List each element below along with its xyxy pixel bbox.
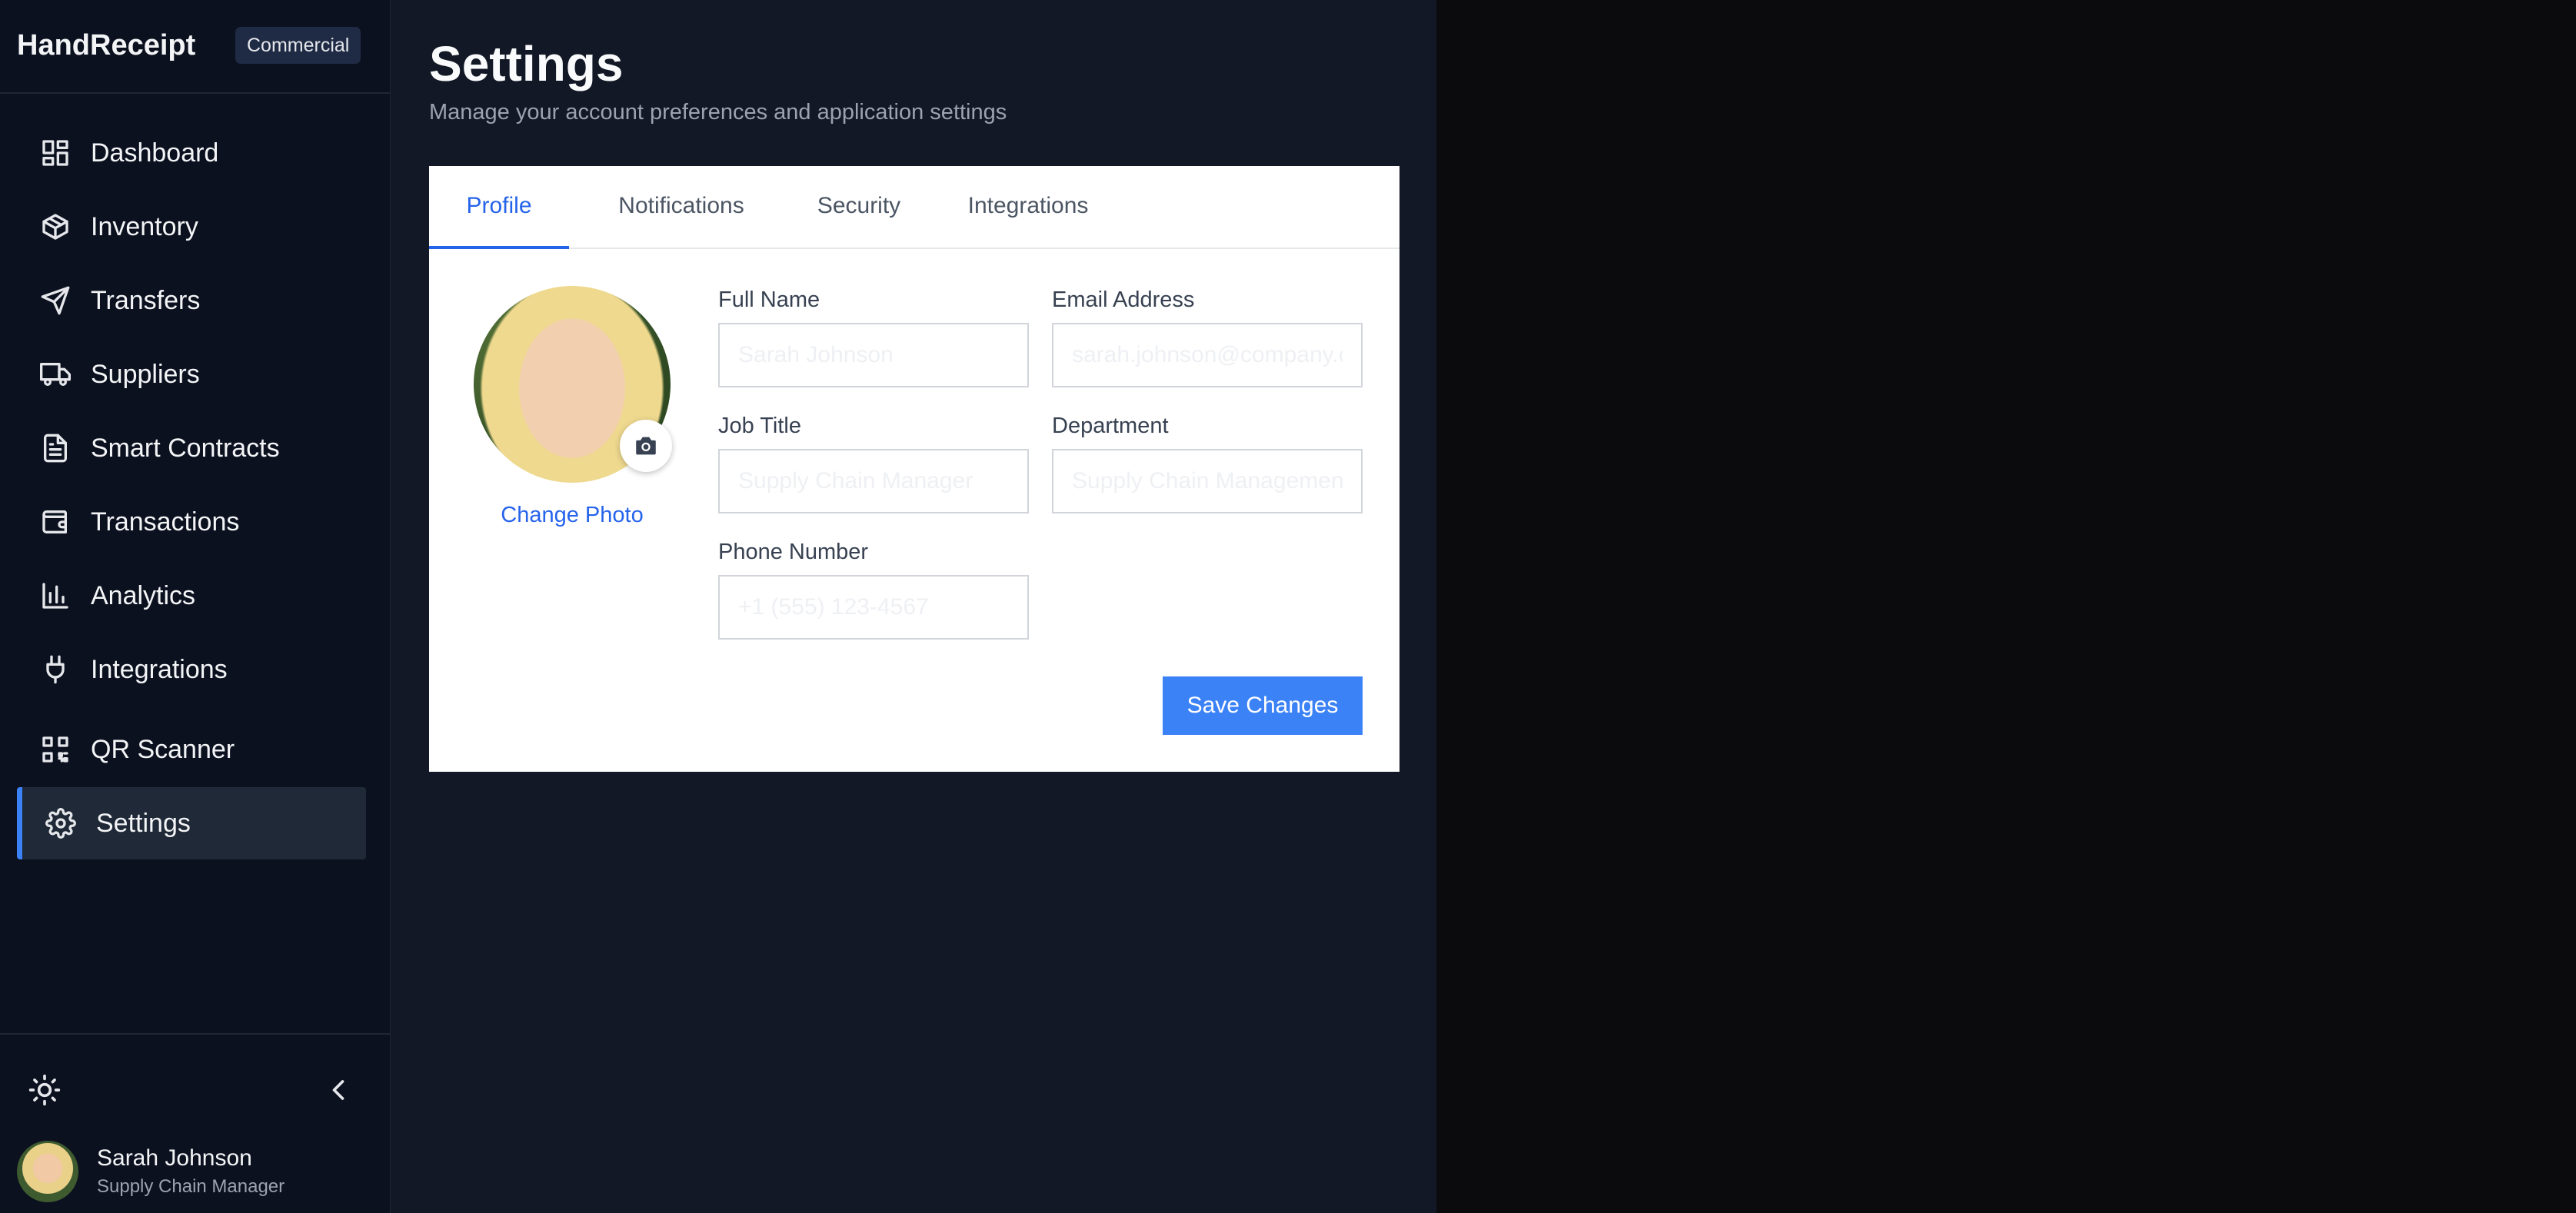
settings-card: Profile Notifications Security Integrati… — [429, 166, 1399, 772]
tab-profile[interactable]: Profile — [429, 166, 569, 249]
sidebar-item-label: Settings — [96, 808, 191, 838]
phone-field[interactable] — [718, 575, 1029, 640]
sidebar-item-label: Smart Contracts — [91, 433, 280, 463]
sidebar-item-label: Suppliers — [91, 359, 200, 389]
brand-row: HandReceipt Commercial — [0, 0, 391, 94]
sidebar-item-label: Transfers — [91, 285, 201, 315]
settings-tabs: Profile Notifications Security Integrati… — [429, 166, 1399, 249]
tab-integrations[interactable]: Integrations — [944, 166, 1112, 249]
plug-icon — [40, 654, 71, 685]
avatar[interactable] — [17, 1141, 78, 1202]
sidebar-item-label: QR Scanner — [91, 734, 235, 764]
change-photo-link[interactable]: Change Photo — [474, 503, 671, 528]
camera-icon[interactable] — [620, 420, 672, 472]
sidebar-item-label: Integrations — [91, 654, 228, 684]
phone-label: Phone Number — [718, 540, 869, 564]
full-name-field[interactable] — [718, 323, 1029, 387]
email-field[interactable] — [1052, 323, 1363, 387]
page-subtitle: Manage your account preferences and appl… — [429, 100, 1007, 125]
plan-badge: Commercial — [235, 27, 361, 64]
user-name: Sarah Johnson — [97, 1145, 252, 1171]
truck-icon — [40, 359, 71, 390]
sidebar-item-integrations[interactable]: Integrations — [17, 633, 366, 706]
brand-name: HandReceipt — [17, 29, 196, 61]
dashboard-icon — [40, 138, 71, 168]
file-text-icon — [40, 433, 71, 464]
sidebar-item-transfers[interactable]: Transfers — [17, 264, 366, 337]
sidebar-item-label: Analytics — [91, 580, 196, 610]
full-name-label: Full Name — [718, 287, 820, 312]
sidebar-item-qr-scanner[interactable]: QR Scanner — [17, 713, 366, 786]
sidebar-item-label: Inventory — [91, 211, 198, 241]
bar-chart-icon — [40, 580, 71, 611]
job-title-field[interactable] — [718, 449, 1029, 513]
chevron-left-icon[interactable] — [321, 1073, 355, 1107]
user-role: Supply Chain Manager — [97, 1176, 285, 1197]
send-icon — [40, 285, 71, 316]
sidebar-item-settings[interactable]: Settings — [17, 787, 366, 859]
sidebar-item-label: Transactions — [91, 507, 240, 537]
theme-toggle-icon[interactable] — [28, 1073, 62, 1107]
sidebar-footer: Sarah Johnson Supply Chain Manager — [0, 1033, 391, 1213]
save-changes-button[interactable]: Save Changes — [1163, 676, 1363, 735]
package-icon — [40, 211, 71, 242]
gear-icon — [45, 808, 76, 839]
wallet-icon — [40, 507, 71, 537]
sidebar-item-transactions[interactable]: Transactions — [17, 486, 366, 558]
email-label: Email Address — [1052, 287, 1195, 312]
qr-code-icon — [40, 734, 71, 765]
sidebar: HandReceipt Commercial Dashboard Invento… — [0, 0, 391, 1213]
sidebar-item-label: Dashboard — [91, 138, 219, 168]
sidebar-item-smart-contracts[interactable]: Smart Contracts — [17, 412, 366, 484]
empty-area — [1436, 0, 2576, 1213]
sidebar-item-analytics[interactable]: Analytics — [17, 560, 366, 632]
page-title: Settings — [429, 36, 624, 91]
sidebar-item-suppliers[interactable]: Suppliers — [17, 338, 366, 410]
department-field[interactable] — [1052, 449, 1363, 513]
app-window: HandReceipt Commercial Dashboard Invento… — [0, 0, 1436, 1213]
department-label: Department — [1052, 414, 1169, 438]
tab-security[interactable]: Security — [798, 166, 920, 249]
tab-notifications[interactable]: Notifications — [592, 166, 770, 249]
sidebar-item-dashboard[interactable]: Dashboard — [17, 117, 366, 189]
job-title-label: Job Title — [718, 414, 801, 438]
sidebar-item-inventory[interactable]: Inventory — [17, 191, 366, 263]
